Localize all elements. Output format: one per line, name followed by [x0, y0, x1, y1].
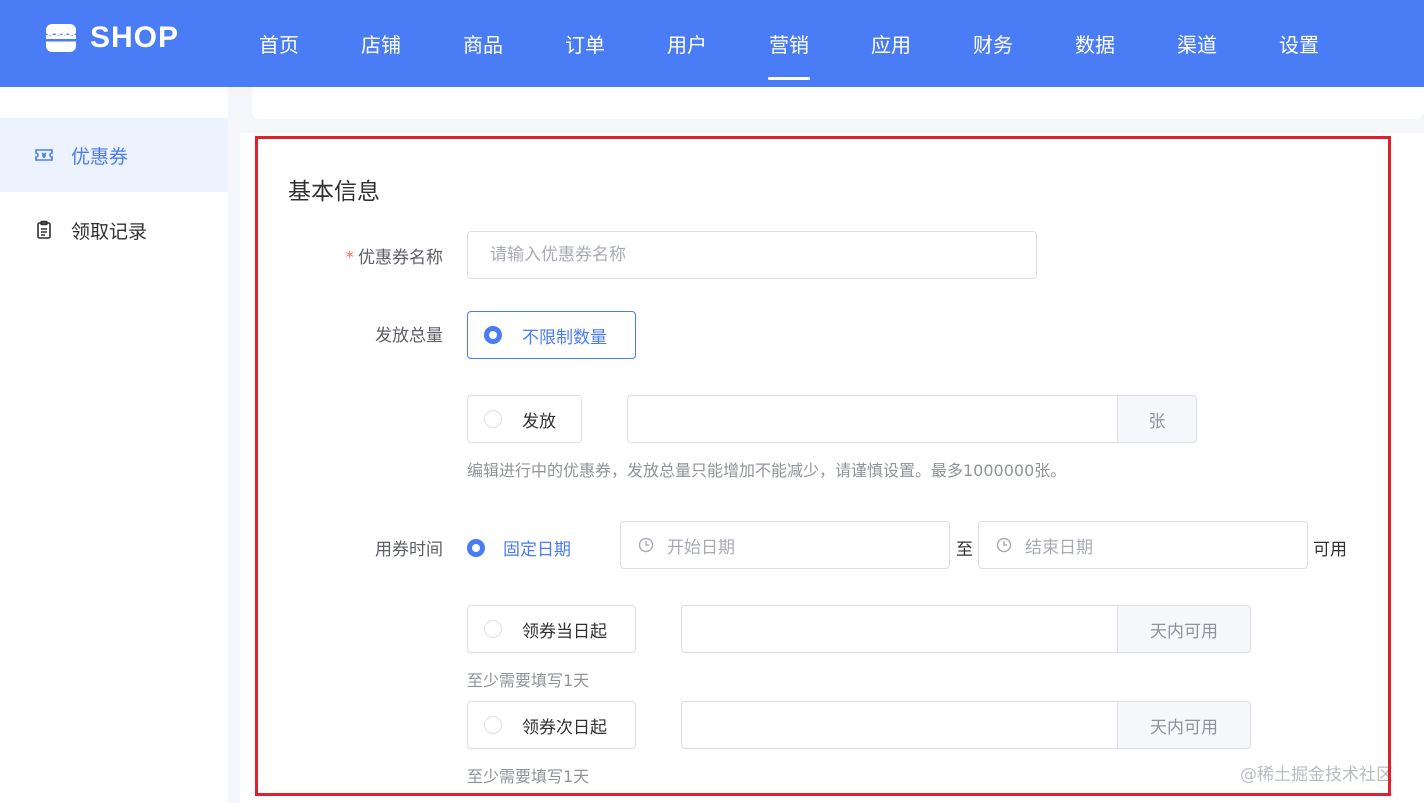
quantity-input[interactable] [627, 395, 1117, 443]
radio-from-claim-day[interactable]: 领券当日起 [467, 605, 636, 653]
end-date-picker[interactable]: 结束日期 [978, 521, 1308, 569]
coupon-name-input[interactable] [467, 231, 1037, 279]
shop-icon [46, 24, 76, 52]
header-card [252, 87, 1424, 119]
nav-item-products[interactable]: 商品 [432, 0, 534, 87]
nav-item-channels[interactable]: 渠道 [1146, 0, 1248, 87]
clipboard-icon [37, 220, 51, 239]
start-date-picker[interactable]: 开始日期 [620, 521, 950, 569]
clock-icon [638, 537, 654, 553]
nav-item-marketing[interactable]: 营销 [738, 0, 840, 87]
same-day-days-group: 天内可用 [681, 605, 1251, 653]
nav-item-users[interactable]: 用户 [636, 0, 738, 87]
watermark: @稀土掘金技术社区 [1240, 765, 1393, 785]
radio-dot [484, 410, 502, 428]
section-title: 基本信息 [288, 179, 380, 205]
date-separator: 至 [956, 540, 973, 560]
nav-item-orders[interactable]: 订单 [534, 0, 636, 87]
radio-label: 不限制数量 [522, 327, 607, 348]
next-day-days-group: 天内可用 [681, 701, 1251, 749]
radio-unlimited-quantity[interactable]: 不限制数量 [467, 311, 636, 359]
sidebar-item-label: 优惠券 [71, 145, 129, 168]
sidebar-item-claim-records[interactable]: 领取记录 [0, 193, 228, 267]
available-suffix: 可用 [1313, 540, 1347, 560]
radio-label: 固定日期 [503, 540, 571, 560]
end-date-placeholder: 结束日期 [1025, 537, 1093, 558]
radio-dot-checked [484, 326, 502, 344]
next-day-days-input[interactable] [681, 701, 1117, 749]
days-unit: 天内可用 [1117, 701, 1251, 749]
radio-from-next-day[interactable]: 领券次日起 [467, 701, 636, 749]
sidebar-item-coupons[interactable]: 优惠券 [0, 118, 228, 192]
brand-logo[interactable]: SHOP [44, 21, 179, 55]
coupon-name-label: * 优惠券名称 [293, 243, 444, 268]
clock-icon [996, 537, 1012, 553]
quantity-input-group: 张 [627, 395, 1197, 443]
sidebar: 优惠券 领取记录 [0, 87, 228, 803]
radio-label: 领券次日起 [522, 717, 607, 738]
days-hint: 至少需要填写1天 [467, 767, 590, 786]
same-day-days-input[interactable] [681, 605, 1117, 653]
total-label: 发放总量 [375, 326, 443, 346]
nav-item-settings[interactable]: 设置 [1248, 0, 1350, 87]
nav-item-store[interactable]: 店铺 [330, 0, 432, 87]
nav-item-data[interactable]: 数据 [1044, 0, 1146, 87]
radio-label: 领券当日起 [522, 621, 607, 642]
main-nav: 首页 店铺 商品 订单 用户 营销 应用 财务 数据 渠道 设置 [228, 0, 1350, 87]
required-mark: * [345, 248, 355, 268]
radio-dot-checked [467, 538, 485, 557]
quantity-unit: 张 [1117, 395, 1197, 443]
radio-dot [484, 716, 502, 734]
top-navbar: SHOP 首页 店铺 商品 订单 用户 营销 应用 财务 数据 渠道 设置 [0, 0, 1424, 87]
start-date-placeholder: 开始日期 [667, 537, 735, 558]
ticket-icon [35, 149, 53, 161]
days-unit: 天内可用 [1117, 605, 1251, 653]
nav-item-home[interactable]: 首页 [228, 0, 330, 87]
radio-fixed-date[interactable]: 固定日期 [467, 535, 571, 560]
nav-item-finance[interactable]: 财务 [942, 0, 1044, 87]
nav-item-apps[interactable]: 应用 [840, 0, 942, 87]
radio-limited-quantity[interactable]: 发放 [467, 395, 582, 443]
time-label: 用券时间 [375, 540, 443, 560]
radio-label: 发放 [522, 411, 556, 432]
days-hint: 至少需要填写1天 [467, 671, 590, 690]
total-hint: 编辑进行中的优惠券，发放总量只能增加不能减少，请谨慎设置。最多1000000张。 [467, 461, 1067, 480]
coupon-name-label-text: 优惠券名称 [358, 248, 443, 268]
sidebar-item-label: 领取记录 [71, 220, 148, 243]
radio-dot [484, 620, 502, 638]
brand-name: SHOP [90, 21, 180, 54]
